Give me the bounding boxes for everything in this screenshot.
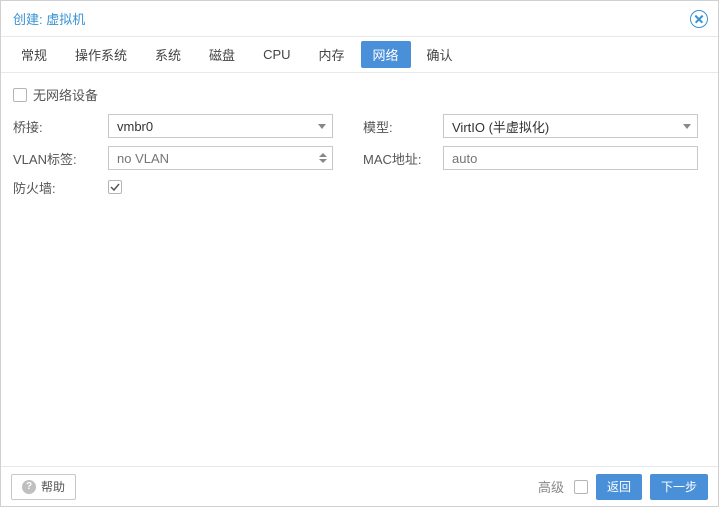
spinner-up-icon[interactable]: [319, 153, 327, 157]
advanced-label: 高级: [538, 477, 564, 496]
mac-field[interactable]: [443, 146, 698, 170]
tab-system[interactable]: 系统: [143, 41, 193, 68]
firewall-cell: [108, 180, 333, 195]
model-input[interactable]: [450, 115, 675, 137]
firewall-label: 防火墙:: [13, 178, 108, 197]
advanced-checkbox[interactable]: [574, 480, 588, 494]
model-label: 模型:: [363, 117, 443, 136]
model-select[interactable]: [443, 114, 698, 138]
tab-cpu[interactable]: CPU: [251, 41, 302, 68]
dialog-body: 无网络设备 桥接: 模型: VLAN标签:: [1, 73, 718, 466]
dialog-titlebar: 创建: 虚拟机: [1, 1, 718, 37]
tab-general[interactable]: 常规: [9, 41, 59, 68]
no-network-row: 无网络设备: [13, 85, 706, 104]
tab-network[interactable]: 网络: [361, 41, 411, 68]
next-label: 下一步: [661, 478, 697, 495]
next-button[interactable]: 下一步: [650, 474, 708, 500]
bridge-select[interactable]: [108, 114, 333, 138]
vlan-spinner[interactable]: [316, 147, 330, 169]
firewall-checkbox[interactable]: [108, 180, 122, 194]
dialog-title: 创建: 虚拟机: [13, 9, 85, 28]
chevron-down-icon[interactable]: [312, 115, 332, 137]
close-icon[interactable]: [690, 10, 708, 28]
tab-os[interactable]: 操作系统: [63, 41, 139, 68]
create-vm-dialog: 创建: 虚拟机 常规 操作系统 系统 磁盘 CPU 内存 网络 确认 无网络设备…: [0, 0, 719, 507]
help-button[interactable]: ? 帮助: [11, 474, 76, 500]
help-label: 帮助: [41, 478, 65, 495]
no-network-label: 无网络设备: [33, 85, 98, 104]
back-button[interactable]: 返回: [596, 474, 642, 500]
no-network-checkbox[interactable]: [13, 88, 27, 102]
bridge-input[interactable]: [115, 115, 310, 137]
mac-input[interactable]: [450, 147, 675, 169]
vlan-input[interactable]: [115, 147, 310, 169]
vlan-field[interactable]: [108, 146, 333, 170]
chevron-down-icon[interactable]: [677, 115, 697, 137]
wizard-tabbar: 常规 操作系统 系统 磁盘 CPU 内存 网络 确认: [1, 37, 718, 73]
spinner-down-icon[interactable]: [319, 159, 327, 163]
mac-label: MAC地址:: [363, 149, 443, 168]
bridge-label: 桥接:: [13, 117, 108, 136]
tab-memory[interactable]: 内存: [307, 41, 357, 68]
dialog-footer: ? 帮助 高级 返回 下一步: [1, 466, 718, 506]
vlan-label: VLAN标签:: [13, 149, 108, 168]
network-form: 桥接: 模型: VLAN标签: MAC地址:: [13, 114, 706, 197]
tab-confirm[interactable]: 确认: [415, 41, 465, 68]
back-label: 返回: [607, 478, 631, 495]
tab-disk[interactable]: 磁盘: [197, 41, 247, 68]
help-icon: ?: [22, 480, 36, 494]
